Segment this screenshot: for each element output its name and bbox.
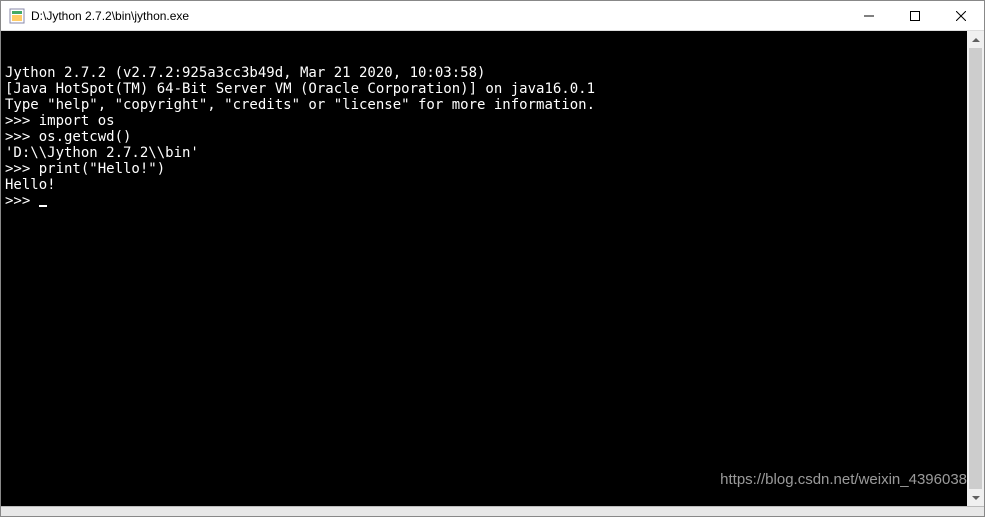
title-bar[interactable]: D:\Jython 2.7.2\bin\jython.exe bbox=[1, 1, 984, 31]
terminal-line: Type "help", "copyright", "credits" or "… bbox=[5, 97, 963, 113]
close-button[interactable] bbox=[938, 1, 984, 30]
minimize-button[interactable] bbox=[846, 1, 892, 30]
scroll-up-arrow[interactable] bbox=[967, 31, 984, 48]
terminal-line: >>> print("Hello!") bbox=[5, 161, 963, 177]
terminal-line: >>> import os bbox=[5, 113, 963, 129]
terminal-line: Jython 2.7.2 (v2.7.2:925a3cc3b49d, Mar 2… bbox=[5, 65, 963, 81]
bottom-strip bbox=[1, 506, 984, 516]
window: D:\Jython 2.7.2\bin\jython.exe Jython 2.… bbox=[0, 0, 985, 517]
maximize-button[interactable] bbox=[892, 1, 938, 30]
terminal-line: 'D:\\Jython 2.7.2\\bin' bbox=[5, 145, 963, 161]
terminal[interactable]: Jython 2.7.2 (v2.7.2:925a3cc3b49d, Mar 2… bbox=[1, 31, 967, 506]
terminal-line: >>> bbox=[5, 193, 963, 209]
terminal-line: >>> os.getcwd() bbox=[5, 129, 963, 145]
watermark: https://blog.csdn.net/weixin_4396038 bbox=[720, 472, 967, 488]
vertical-scrollbar[interactable] bbox=[967, 31, 984, 506]
window-controls bbox=[846, 1, 984, 30]
cursor bbox=[39, 205, 47, 207]
window-title: D:\Jython 2.7.2\bin\jython.exe bbox=[31, 9, 846, 23]
scroll-thumb[interactable] bbox=[969, 48, 982, 489]
app-icon bbox=[9, 8, 25, 24]
scroll-down-arrow[interactable] bbox=[967, 489, 984, 506]
terminal-line: Hello! bbox=[5, 177, 963, 193]
terminal-line: [Java HotSpot(TM) 64-Bit Server VM (Orac… bbox=[5, 81, 963, 97]
scroll-track[interactable] bbox=[967, 48, 984, 489]
terminal-container: Jython 2.7.2 (v2.7.2:925a3cc3b49d, Mar 2… bbox=[1, 31, 984, 506]
